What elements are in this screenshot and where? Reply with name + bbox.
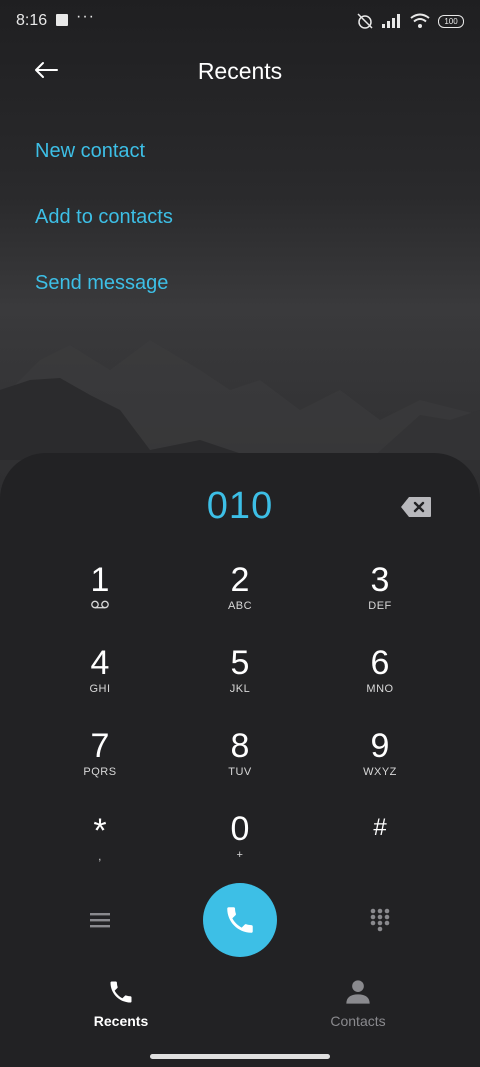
key-digit: 6 <box>370 644 390 682</box>
tab-contacts[interactable]: Contacts <box>278 978 438 1029</box>
new-contact-link[interactable]: New contact <box>35 140 173 206</box>
key-letters: PQRS <box>83 766 117 778</box>
more-notifications-icon: ··· <box>76 8 95 25</box>
key-2[interactable]: 2 ABC <box>170 562 310 634</box>
tab-label: Contacts <box>330 1013 386 1029</box>
signal-icon <box>382 14 400 28</box>
key-hash[interactable]: # <box>310 813 450 885</box>
key-letters: WXYZ <box>363 766 397 778</box>
tab-recents[interactable]: Recents <box>41 978 201 1029</box>
key-9[interactable]: 9 WXYZ <box>310 728 450 800</box>
key-letters: + <box>236 849 244 861</box>
key-digit: # <box>373 814 387 841</box>
key-star[interactable]: * , <box>30 813 170 885</box>
battery-icon: 100 <box>438 14 464 28</box>
key-letters: ABC <box>227 600 253 612</box>
menu-button[interactable] <box>85 905 115 935</box>
key-7[interactable]: 7 PQRS <box>30 728 170 800</box>
home-indicator[interactable] <box>150 1054 330 1059</box>
key-digit: 8 <box>230 727 250 765</box>
key-letters: JKL <box>229 683 251 695</box>
key-digit: 7 <box>90 727 110 765</box>
top-bar: Recents <box>0 44 480 100</box>
backspace-button[interactable] <box>400 496 432 518</box>
key-3[interactable]: 3 DEF <box>310 562 450 634</box>
key-digit: 1 <box>90 561 110 599</box>
key-6[interactable]: 6 MNO <box>310 645 450 717</box>
key-4[interactable]: 4 GHI <box>30 645 170 717</box>
notification-icon <box>56 14 68 26</box>
action-menu: New contact Add to contacts Send message <box>35 140 173 338</box>
key-digit: * <box>93 812 107 850</box>
key-0[interactable]: 0 + <box>170 811 310 883</box>
send-message-link[interactable]: Send message <box>35 272 173 338</box>
wifi-icon <box>410 13 430 28</box>
add-to-contacts-link[interactable]: Add to contacts <box>35 206 173 272</box>
key-5[interactable]: 5 JKL <box>170 645 310 717</box>
key-digit: 3 <box>370 561 390 599</box>
phone-icon <box>227 907 253 933</box>
key-letters: TUV <box>228 766 252 778</box>
key-letters: GHI <box>89 683 111 695</box>
key-digit: 0 <box>230 810 250 848</box>
person-icon <box>346 980 370 1004</box>
key-digit: 2 <box>230 561 250 599</box>
phone-icon <box>110 981 132 1003</box>
hamburger-icon <box>90 913 110 928</box>
key-letters: MNO <box>366 683 394 695</box>
dialpad-toggle-button[interactable] <box>365 905 395 935</box>
status-time: 8:16 <box>16 12 48 29</box>
key-letters: , <box>98 851 102 863</box>
key-digit: 4 <box>90 644 110 682</box>
page-title: Recents <box>197 58 283 84</box>
key-letters: DEF <box>368 600 392 612</box>
key-8[interactable]: 8 TUV <box>170 728 310 800</box>
key-digit: 9 <box>370 727 390 765</box>
call-button[interactable] <box>203 883 277 957</box>
tab-label: Recents <box>93 1013 149 1029</box>
status-bar: 8:16 ··· 100 <box>0 0 480 44</box>
key-1[interactable]: 1 <box>30 562 170 634</box>
backspace-icon <box>401 497 431 517</box>
dialpad-grid-icon <box>370 908 390 932</box>
alarm-off-icon <box>357 13 373 29</box>
voicemail-icon <box>30 600 170 612</box>
key-digit: 5 <box>230 644 250 682</box>
